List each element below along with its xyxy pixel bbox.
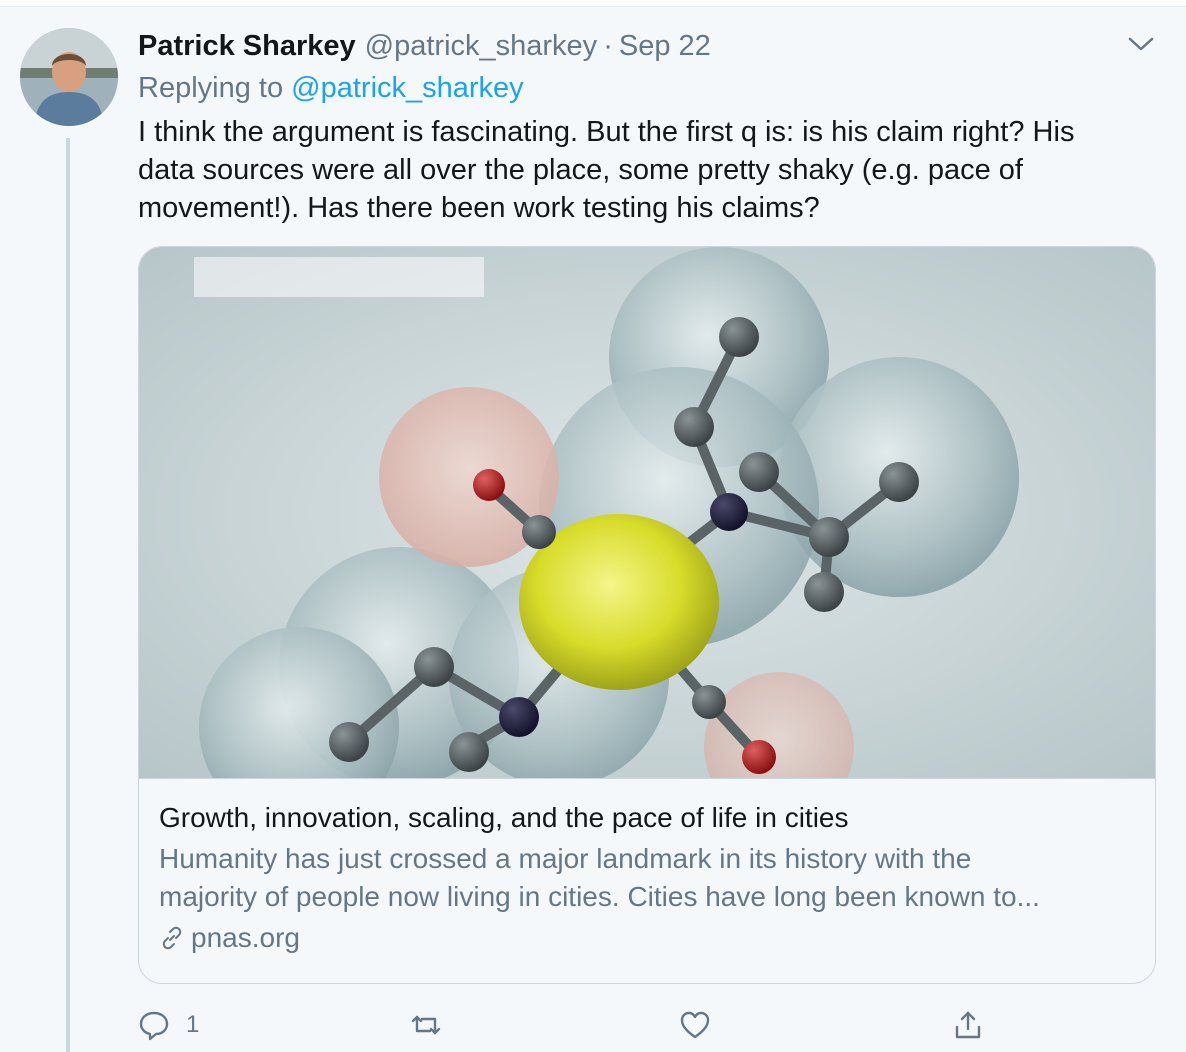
thread-line [66,138,70,1052]
card-domain: pnas.org [159,922,1139,954]
retweet-button[interactable] [410,1005,442,1045]
author-name[interactable]: Patrick Sharkey [138,30,356,63]
tweet-text-line: movement!). Has there been work testing … [138,192,820,224]
link-icon [162,926,182,950]
card-title: Growth, innovation, scaling, and the pac… [159,802,849,833]
reply-button[interactable]: 1 [138,1005,199,1045]
heart-icon [680,1011,710,1039]
tweet[interactable]: Patrick Sharkey @patrick_sharkey · Sep 2… [0,0,1186,1052]
tweet-text-line: data sources were all over the place, so… [138,154,1023,186]
share-button[interactable] [952,1005,984,1045]
tweet-header: Patrick Sharkey @patrick_sharkey · Sep 2… [138,30,711,66]
card-description-line: majority of people now living in cities.… [159,881,1040,912]
separator: · [603,30,613,62]
replying-prefix: Replying to [138,72,284,104]
tweet-actions: 1 [138,1005,1158,1045]
share-icon [955,1011,981,1039]
link-card[interactable]: Growth, innovation, scaling, and the pac… [138,246,1156,984]
author-handle[interactable]: @patrick_sharkey [365,30,598,63]
replying-mention-link[interactable]: @patrick_sharkey [291,72,524,104]
molecule-illustration [139,247,1155,779]
divider [0,0,1186,7]
tweet-text-line: I think the argument is fascinating. But… [138,116,1075,148]
card-domain-text: pnas.org [191,922,300,953]
reply-icon [139,1011,169,1041]
tweet-text: I think the argument is fascinating. But… [138,113,1158,227]
like-button[interactable] [679,1005,711,1045]
retweet-icon [411,1015,441,1035]
reply-count: 1 [186,1011,200,1038]
avatar[interactable] [20,28,118,126]
card-description-line: Humanity has just crossed a major landma… [159,843,972,874]
tweet-date[interactable]: Sep 22 [619,30,711,63]
chevron-down-icon[interactable] [1126,34,1156,54]
card-body: Growth, innovation, scaling, and the pac… [159,802,1139,954]
replying-to: Replying to @patrick_sharkey [138,72,524,105]
card-description: Humanity has just crossed a major landma… [159,840,1139,916]
